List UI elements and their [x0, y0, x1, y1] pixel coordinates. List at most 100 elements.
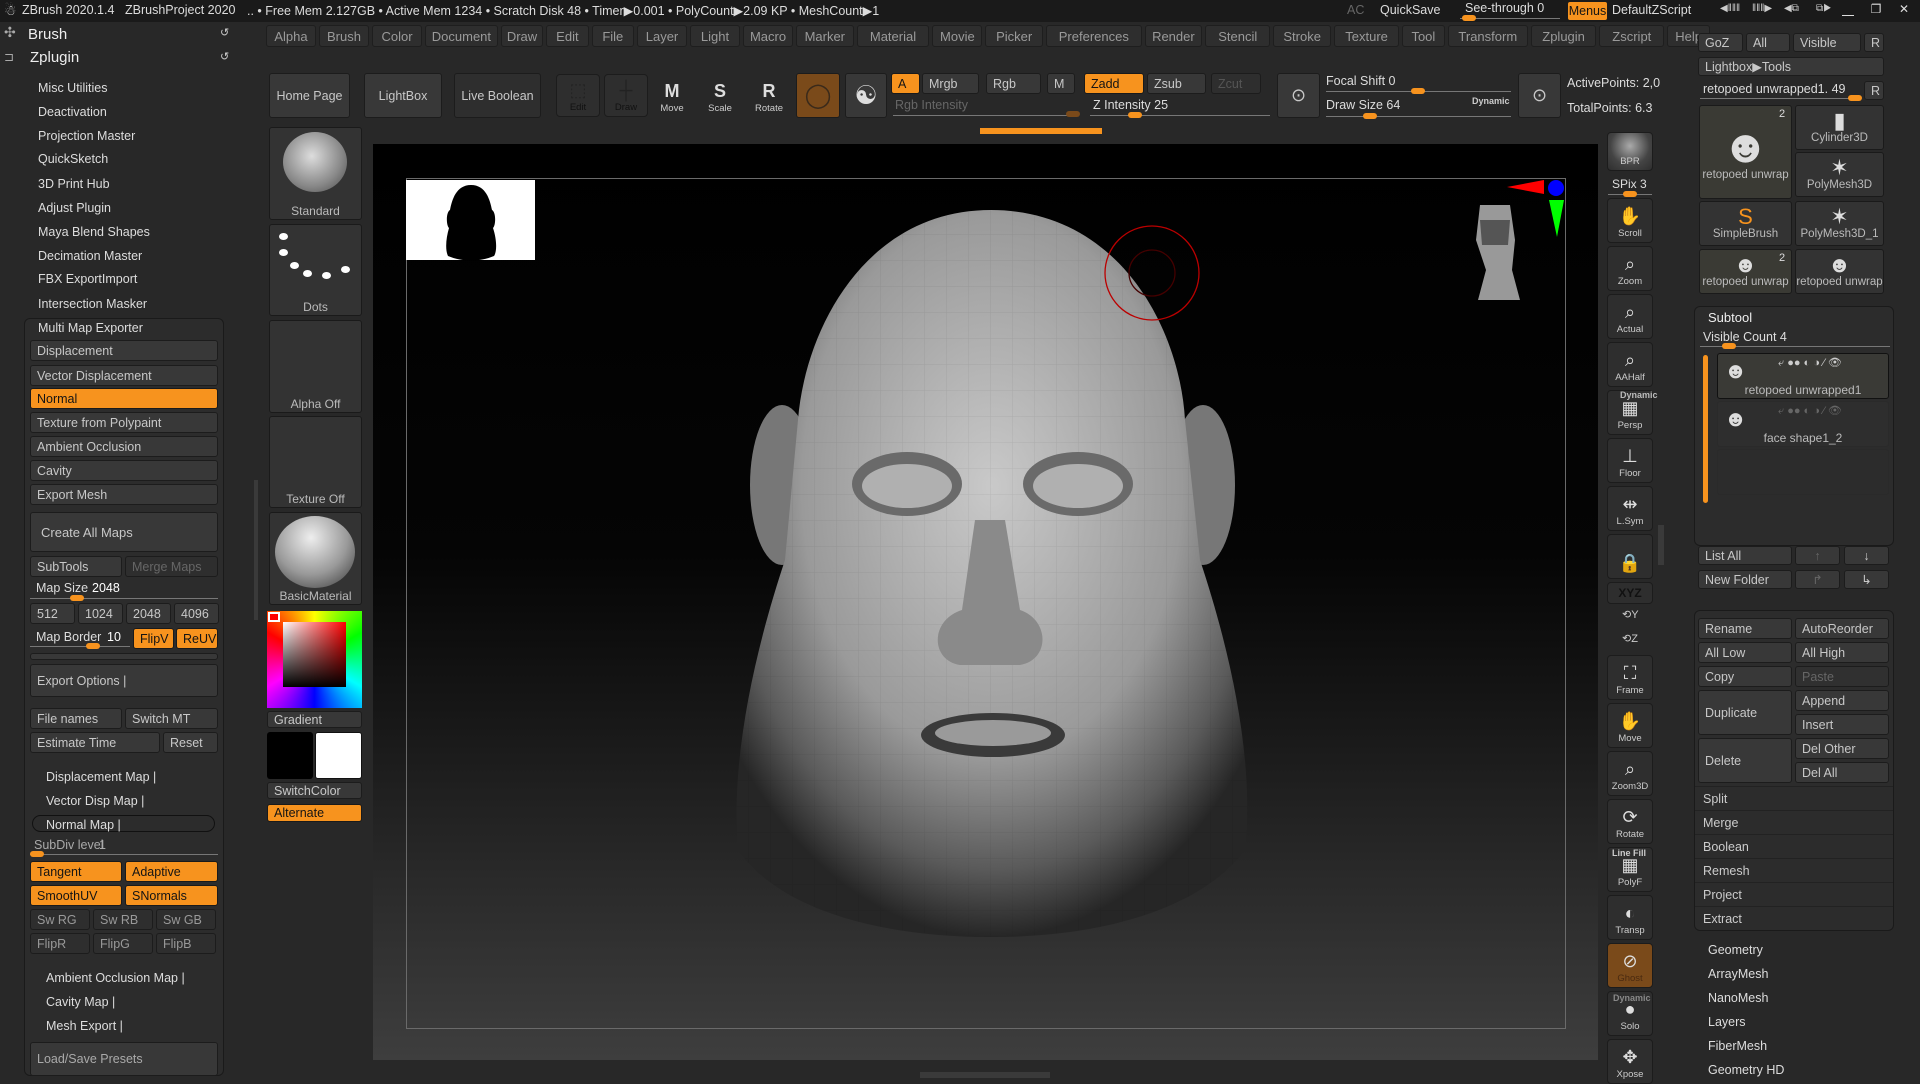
rgb-intensity-slider[interactable] — [893, 115, 1073, 116]
focal-s-icon[interactable]: ⊙ — [1277, 73, 1320, 118]
plugin-intersection-masker[interactable]: Intersection Masker — [38, 297, 147, 311]
visible-button[interactable]: Visible — [1793, 33, 1861, 52]
insert-button[interactable]: Insert — [1795, 714, 1889, 735]
map-size-slider[interactable] — [30, 598, 218, 599]
estimate-time-button[interactable]: Estimate Time — [30, 732, 160, 753]
spix-knob[interactable] — [1623, 191, 1637, 197]
main-color-swatch[interactable] — [267, 732, 313, 779]
plugin-maya-blend-shapes[interactable]: Maya Blend Shapes — [38, 225, 150, 239]
subtool-empty-slot[interactable] — [1717, 449, 1889, 495]
menu-transform[interactable]: Transform — [1447, 25, 1528, 47]
section-boolean[interactable]: Boolean — [1695, 834, 1893, 858]
subpalette-fibermesh[interactable]: FiberMesh — [1708, 1039, 1767, 1053]
map-normal-button[interactable]: Normal — [30, 388, 218, 409]
draw-d-icon[interactable]: ⊙ — [1518, 73, 1561, 118]
paste-button[interactable]: Paste — [1795, 666, 1889, 687]
tray-lock-button[interactable]: 🔒 — [1607, 534, 1653, 579]
menu-stroke[interactable]: Stroke — [1273, 25, 1331, 47]
scale-button[interactable]: S Scale — [698, 74, 742, 117]
reuv-button[interactable]: ReUV — [176, 628, 218, 649]
focal-shift-knob[interactable] — [1411, 88, 1425, 94]
mesh-export-subpalette[interactable]: Mesh Export | — [46, 1019, 123, 1033]
map-texture-from-polypaint-button[interactable]: Texture from Polypaint — [30, 412, 218, 433]
reset-button[interactable]: Reset — [163, 732, 218, 753]
move-down-button[interactable]: ↓ — [1844, 546, 1889, 565]
map-export-mesh-button[interactable]: Export Mesh — [30, 484, 218, 505]
right-tray-scroll[interactable] — [1658, 525, 1664, 565]
menu-file[interactable]: File — [591, 25, 634, 47]
tray-aahalf-button[interactable]: ⌕ AAHalf — [1607, 342, 1653, 387]
subtool-controls[interactable]: ⤶ ●● ◐ ◑ ⁄ 👁 — [1778, 356, 1842, 370]
menu-edit[interactable]: Edit — [546, 25, 589, 47]
delete-button[interactable]: Delete — [1698, 738, 1792, 783]
dynamic-toggle[interactable]: Dynamic — [1472, 96, 1510, 106]
a-button[interactable]: A — [891, 73, 920, 94]
map-ambient-occlusion-button[interactable]: Ambient Occlusion — [30, 436, 218, 457]
menu-document[interactable]: Document — [425, 25, 498, 47]
tangent-button[interactable]: Tangent — [30, 861, 122, 882]
see-through-knob[interactable] — [1462, 15, 1476, 21]
live-boolean-button[interactable]: Live Boolean — [454, 73, 541, 118]
subpalette-nanomesh[interactable]: NanoMesh — [1708, 991, 1768, 1005]
alternate-button[interactable]: Alternate — [267, 804, 362, 822]
tray-zoom3d-button[interactable]: ⌕ Zoom3D — [1607, 751, 1653, 796]
new-folder-button[interactable]: New Folder — [1698, 570, 1792, 589]
zplugin-header[interactable]: Zplugin — [30, 49, 79, 66]
subtool-scroll-thumb[interactable] — [1703, 355, 1708, 503]
edit-edit-button[interactable]: ⬚ Edit — [556, 74, 600, 117]
swap-button[interactable]: Sw GB — [156, 909, 216, 930]
tray-zoom-button[interactable]: ⌕ Zoom — [1607, 246, 1653, 291]
r-button[interactable]: R — [1864, 33, 1884, 52]
menu-render[interactable]: Render — [1144, 25, 1203, 47]
all-low-button[interactable]: All Low — [1698, 642, 1792, 663]
tool-thumb-polymesh3d_1[interactable]: ✶ PolyMesh3D_1 — [1795, 201, 1884, 246]
ao-map-subpalette[interactable]: Ambient Occlusion Map | — [46, 971, 185, 985]
alpha-off-thumb[interactable]: Alpha Off — [269, 320, 362, 413]
texture-off-thumb[interactable]: Texture Off — [269, 416, 362, 508]
lightbox-tools-button[interactable]: Lightbox▶Tools — [1698, 57, 1884, 76]
merge-maps-button[interactable]: Merge Maps — [125, 556, 218, 577]
draw-size-knob[interactable] — [1363, 113, 1377, 119]
palette-layout-icon[interactable]: ◀⧉ — [1784, 3, 1812, 19]
subdiv-knob[interactable] — [30, 851, 44, 857]
move-button[interactable]: M Move — [650, 74, 694, 117]
load-save-presets-button[interactable]: Load/Save Presets — [30, 1042, 218, 1076]
mrgb-button[interactable]: Mrgb — [922, 73, 979, 94]
tool-thumb-polymesh3d[interactable]: ✶ PolyMesh3D — [1795, 152, 1884, 197]
visible-count-knob[interactable] — [1722, 343, 1736, 349]
menu-macro[interactable]: Macro — [743, 25, 793, 47]
plugin-3d-print-hub[interactable]: 3D Print Hub — [38, 177, 110, 191]
tray-floor-button[interactable]: ⊥ Floor — [1607, 438, 1653, 483]
subtool-item[interactable]: ☻ ⤶ ●● ◐ ◑ ⁄ 👁 face shape1_2 — [1717, 401, 1889, 447]
draw-size-slider[interactable] — [1326, 116, 1511, 117]
menu-texture[interactable]: Texture — [1334, 25, 1400, 47]
subpalette-layers[interactable]: Layers — [1708, 1015, 1746, 1029]
map-size-2048-button[interactable]: 2048 — [126, 603, 171, 624]
tool-thumb-retopoed-unwrap[interactable]: ☻ retopoed unwrap — [1795, 249, 1884, 294]
rgb-intensity-knob[interactable] — [1066, 111, 1080, 117]
create-all-maps-button[interactable]: Create All Maps — [30, 512, 218, 552]
popup-icon[interactable]: ↺ — [220, 50, 234, 64]
home-page-button[interactable]: Home Page — [269, 73, 350, 118]
section-split[interactable]: Split — [1695, 786, 1893, 810]
gradient-button[interactable]: Gradient — [267, 711, 362, 728]
tray-move-button[interactable]: ✋ Move — [1607, 703, 1653, 748]
lightbox-button[interactable]: LightBox — [364, 73, 442, 118]
flipv-button[interactable]: FlipV — [133, 628, 174, 649]
section-extract[interactable]: Extract — [1695, 906, 1893, 930]
section-merge[interactable]: Merge — [1695, 810, 1893, 834]
popup-icon[interactable]: ↺ — [220, 26, 234, 40]
cavity-map-subpalette[interactable]: Cavity Map | — [46, 995, 115, 1009]
copy-button[interactable]: Copy — [1698, 666, 1792, 687]
r-button-2[interactable]: R — [1864, 81, 1884, 100]
section-remesh[interactable]: Remesh — [1695, 858, 1893, 882]
bpr-button[interactable]: BPR — [1607, 132, 1653, 171]
plugin-fbx-exportimport[interactable]: FBX ExportImport — [38, 272, 137, 286]
section-project[interactable]: Project — [1695, 882, 1893, 906]
tool-thumb-retopoed-unwrap[interactable]: ☻ retopoed unwrap 2 — [1699, 105, 1792, 199]
map-size-1024-button[interactable]: 1024 — [78, 603, 123, 624]
map-border-slider[interactable] — [30, 646, 130, 647]
m-button[interactable]: M — [1047, 73, 1075, 94]
menu-tool[interactable]: Tool — [1402, 25, 1445, 47]
material-mode-button[interactable]: ◯ — [796, 73, 840, 118]
